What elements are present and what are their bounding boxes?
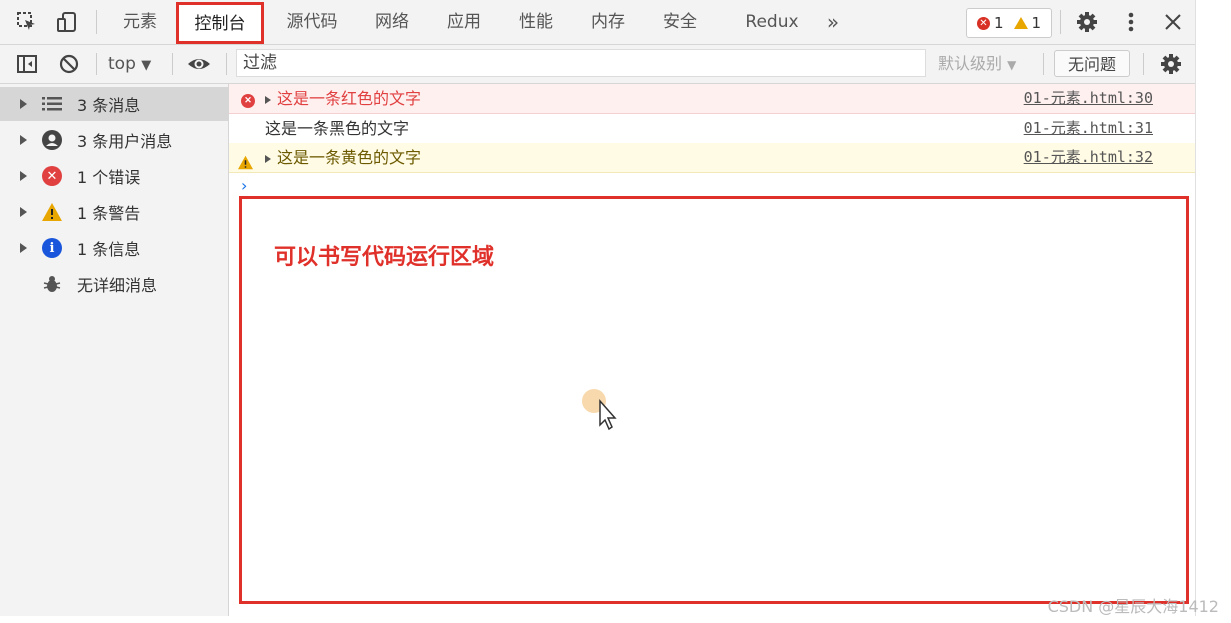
sidebar-item-errors[interactable]: ✕ 1 个错误 (0, 159, 228, 193)
clear-console-icon[interactable] (56, 51, 82, 77)
error-icon: ✕ (238, 91, 258, 111)
code-input-area[interactable]: 可以书写代码运行区域 (239, 196, 1189, 604)
sidebar-item-verbose[interactable]: 无详细消息 (0, 267, 228, 301)
chevron-down-icon: ▼ (141, 58, 152, 73)
console-settings-gear-icon[interactable] (1158, 51, 1184, 77)
sidebar-item-label: 无详细消息 (77, 276, 158, 295)
message-text: 这是一条黄色的文字 (277, 148, 422, 167)
divider (1060, 10, 1061, 34)
source-link[interactable]: 01-元素.html:30 (1024, 84, 1153, 113)
devtools-window: 元素 控制台 源代码 网络 应用 性能 内存 安全 Redux » ✕ 1 1 (0, 0, 1196, 616)
sidebar-item-label: 3 条用户消息 (77, 132, 173, 151)
tab-sources[interactable]: 源代码 (276, 0, 348, 44)
divider (96, 53, 97, 75)
console-prompt-icon[interactable]: › (241, 176, 247, 195)
eye-icon[interactable] (186, 51, 212, 77)
mouse-cursor-icon (582, 389, 622, 437)
tab-network[interactable]: 网络 (362, 0, 422, 44)
expand-arrow-icon[interactable] (265, 95, 271, 104)
source-link[interactable]: 01-元素.html:31 (1024, 114, 1153, 143)
tab-elements[interactable]: 元素 (112, 0, 168, 44)
sidebar-item-warnings[interactable]: 1 条警告 (0, 195, 228, 229)
sidebar-item-info[interactable]: i 1 条信息 (0, 231, 228, 265)
sidebar-item-messages[interactable]: 3 条消息 (0, 87, 228, 121)
tab-console[interactable]: 控制台 (176, 2, 264, 44)
console-message-warning[interactable]: 这是一条黄色的文字 01-元素.html:32 (229, 143, 1195, 173)
warning-icon (41, 201, 63, 223)
console-message-log[interactable]: 这是一条黑色的文字 01-元素.html:31 (229, 114, 1195, 144)
devtools-tab-bar: 元素 控制台 源代码 网络 应用 性能 内存 安全 Redux » ✕ 1 1 (0, 0, 1195, 45)
sidebar-toggle-icon[interactable] (14, 51, 40, 77)
console-message-error[interactable]: ✕ 这是一条红色的文字 01-元素.html:30 (229, 84, 1195, 114)
close-icon[interactable] (1160, 9, 1186, 35)
expand-arrow-icon[interactable] (20, 135, 27, 145)
source-link[interactable]: 01-元素.html:32 (1024, 143, 1153, 172)
tab-redux[interactable]: Redux (738, 0, 806, 44)
message-text: 这是一条黑色的文字 (265, 119, 410, 138)
error-icon: ✕ (976, 16, 990, 30)
expand-arrow-icon[interactable] (265, 154, 271, 163)
divider (226, 53, 227, 75)
expand-arrow-icon[interactable] (20, 171, 27, 181)
log-level-dropdown[interactable]: 默认级别 ▼ (938, 45, 1016, 83)
divider (172, 53, 173, 75)
info-icon: i (41, 237, 63, 259)
sidebar-item-label: 1 条信息 (77, 240, 141, 259)
chevron-down-icon: ▼ (1007, 58, 1017, 72)
expand-arrow-icon[interactable] (20, 207, 27, 217)
watermark: CSDN @星辰大海1412 (1047, 597, 1219, 616)
error-icon: ✕ (41, 165, 63, 187)
error-count: 1 (993, 14, 1004, 32)
tab-memory[interactable]: 内存 (578, 0, 638, 44)
issues-button[interactable]: 无问题 (1054, 50, 1130, 77)
tab-security[interactable]: 安全 (650, 0, 710, 44)
divider (96, 10, 97, 34)
more-tabs-icon[interactable]: » (818, 0, 848, 44)
sidebar-item-label: 3 条消息 (77, 96, 141, 115)
tab-performance[interactable]: 性能 (506, 0, 566, 44)
device-toolbar-icon[interactable] (54, 9, 80, 35)
inspect-element-icon[interactable] (14, 9, 40, 35)
tab-application[interactable]: 应用 (434, 0, 494, 44)
warning-icon (1013, 17, 1028, 29)
message-text: 这是一条红色的文字 (277, 89, 422, 108)
console-toolbar: top ▼ 过滤 默认级别 ▼ 无问题 (0, 45, 1195, 84)
sidebar-item-label: 1 个错误 (77, 168, 141, 187)
user-icon (41, 129, 63, 151)
console-sidebar: 3 条消息 3 条用户消息 ✕ 1 个错误 1 条警告 i 1 条信息 无详细消… (0, 84, 229, 616)
sidebar-item-label: 1 条警告 (77, 204, 141, 223)
console-output[interactable]: ✕ 这是一条红色的文字 01-元素.html:30 这是一条黑色的文字 01-元… (229, 84, 1195, 616)
expand-arrow-icon[interactable] (20, 243, 27, 253)
context-label: top (108, 54, 136, 74)
annotation-label: 可以书写代码运行区域 (274, 245, 495, 270)
bug-icon (41, 273, 63, 295)
divider (1043, 53, 1044, 75)
warning-icon (237, 150, 254, 179)
filter-input[interactable]: 过滤 (236, 49, 926, 77)
settings-gear-icon[interactable] (1074, 9, 1100, 35)
divider (1143, 53, 1144, 75)
list-icon (41, 93, 63, 115)
expand-arrow-icon[interactable] (20, 99, 27, 109)
issue-counter[interactable]: ✕ 1 1 (966, 8, 1052, 38)
sidebar-item-user-messages[interactable]: 3 条用户消息 (0, 123, 228, 157)
more-options-icon[interactable] (1118, 9, 1144, 35)
warning-count: 1 (1031, 14, 1042, 32)
context-selector[interactable]: top ▼ (108, 45, 151, 83)
log-level-label: 默认级别 (938, 54, 1003, 73)
